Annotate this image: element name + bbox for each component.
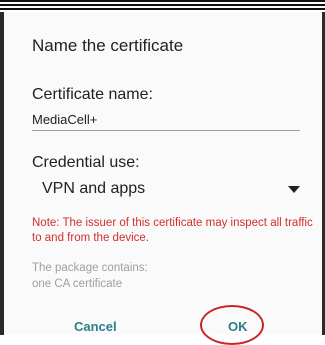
credential-use-value: VPN and apps [42, 180, 146, 197]
border-line [0, 4, 325, 6]
certificate-name-input[interactable] [32, 108, 300, 131]
certificate-dialog: Name the certificate Certificate name: C… [4, 12, 322, 345]
package-contents-label: The package contains: [32, 262, 148, 274]
credential-use-label: Credential use: [32, 154, 140, 171]
top-border [0, 0, 325, 12]
cancel-button[interactable]: Cancel [68, 318, 123, 335]
package-contents-value: one CA certificate [32, 278, 123, 290]
dialog-title: Name the certificate [32, 36, 184, 55]
credential-use-dropdown[interactable]: VPN and apps [32, 178, 310, 204]
certificate-name-label: Certificate name: [32, 86, 153, 103]
screenshot-frame: Name the certificate Certificate name: C… [0, 0, 325, 345]
border-line [0, 8, 325, 10]
issuer-warning-note: Note: The issuer of this certificate may… [32, 217, 313, 244]
border-line [0, 0, 325, 2]
caret-down-icon [288, 186, 300, 193]
ok-button[interactable]: OK [222, 318, 254, 335]
